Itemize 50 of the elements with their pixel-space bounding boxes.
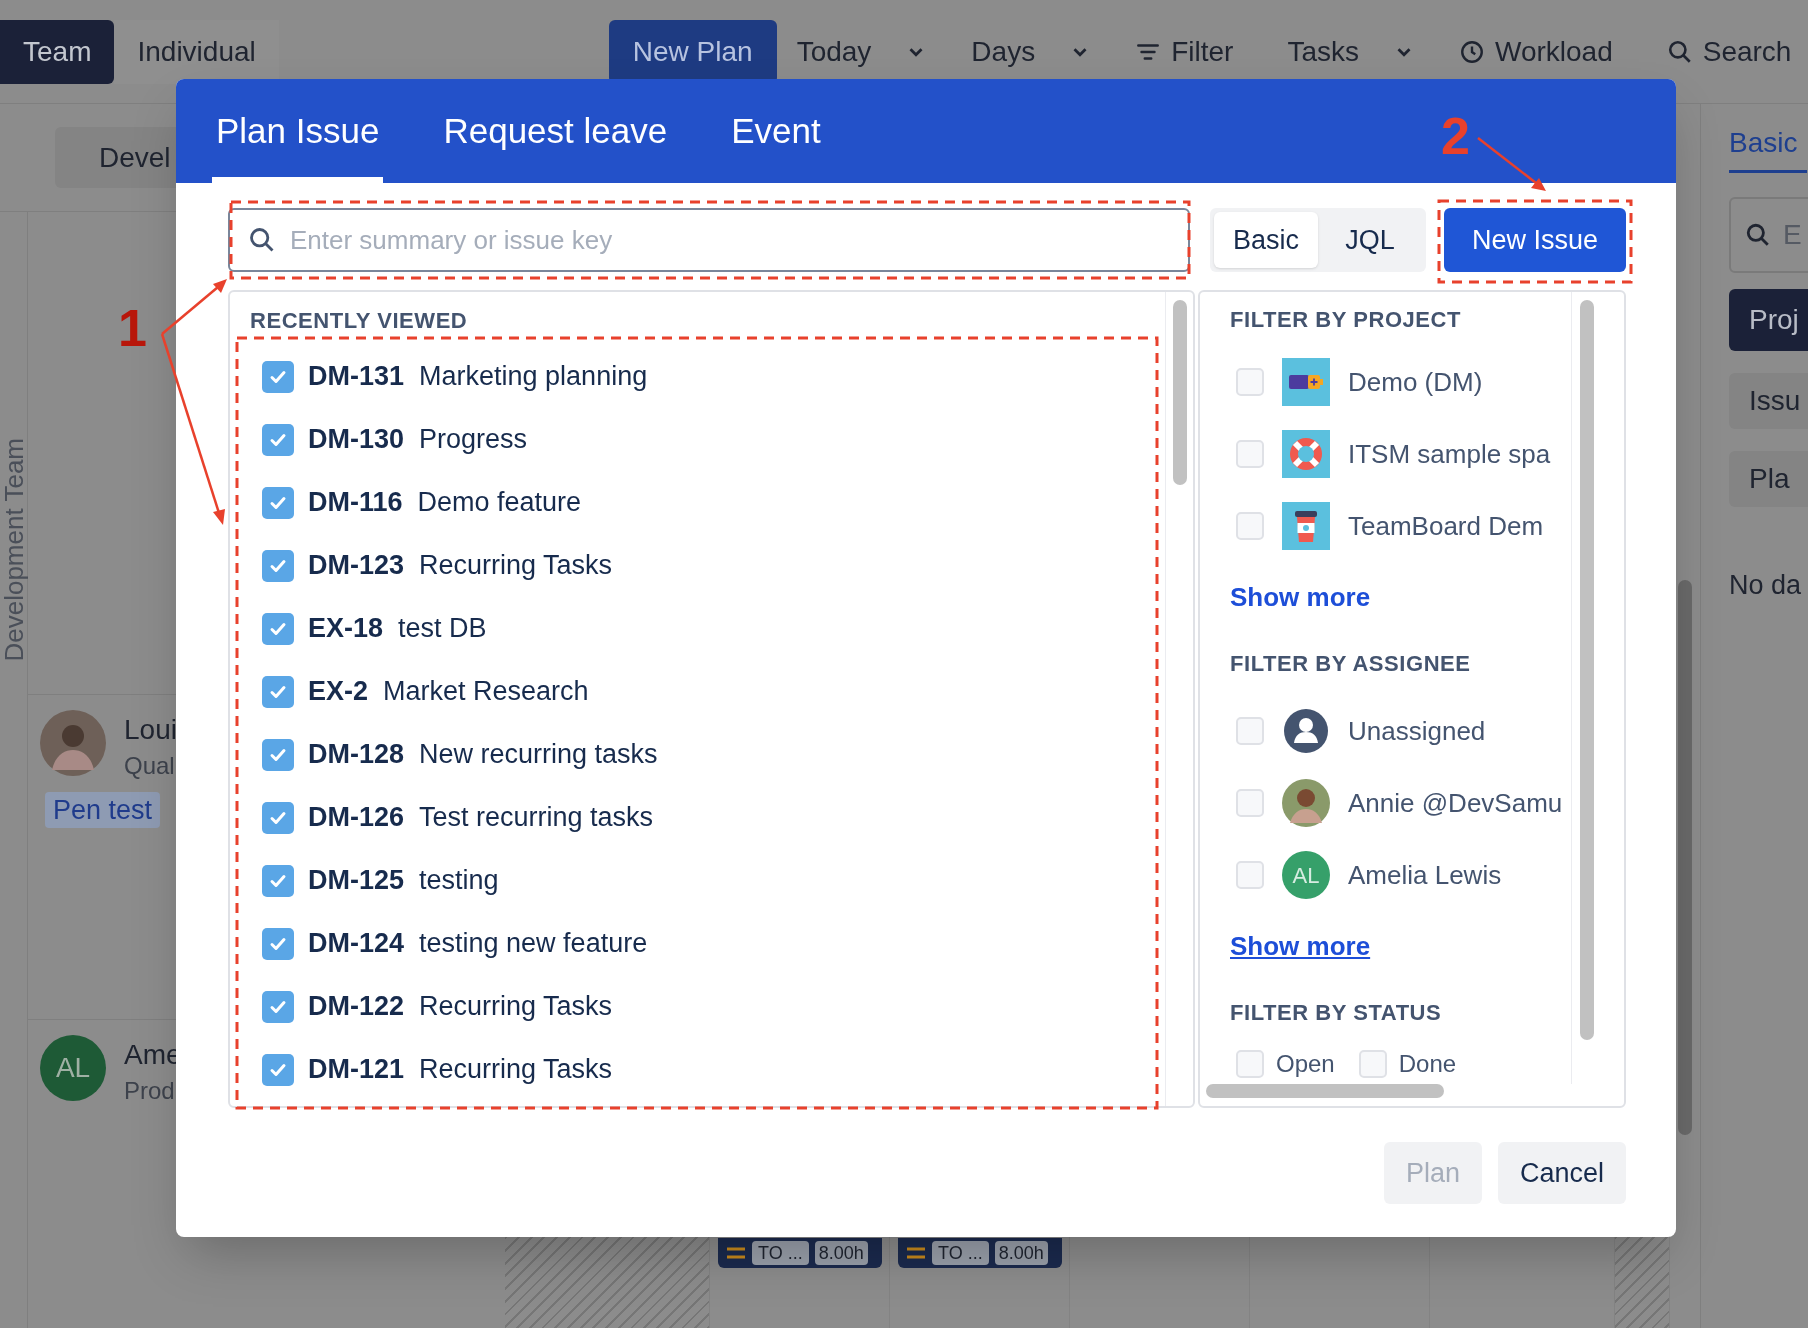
avatar: AL [1282, 851, 1330, 899]
issue-summary: Demo feature [417, 486, 582, 520]
issue-key: EX-18 [308, 608, 384, 649]
status-label: TO ... [752, 1241, 809, 1265]
hours-label: 8.00h [994, 1241, 1048, 1265]
issue-key: DM-125 [308, 860, 405, 901]
issue-key: DM-126 [308, 797, 405, 838]
hours-label: 8.00h [814, 1241, 868, 1265]
issue-summary: Recurring Tasks [419, 549, 613, 583]
issue-key: DM-131 [308, 356, 405, 397]
issue-key: DM-116 [308, 482, 403, 523]
issue-summary: testing new feature [419, 927, 648, 961]
issue-summary: Test recurring tasks [419, 801, 654, 835]
option-label: Annie @DevSamu [1348, 786, 1563, 820]
option-label: Open [1276, 1049, 1335, 1079]
section-heading: FILTER BY STATUS [1229, 999, 1443, 1027]
option-label: Demo (DM) [1348, 365, 1483, 399]
issue-summary: Progress [419, 423, 528, 457]
section-heading: FILTER BY PROJECT [1229, 305, 1462, 334]
step-number: 2 [1441, 108, 1470, 164]
option-label: Amelia Lewis [1348, 858, 1502, 892]
issue-key: DM-128 [308, 734, 405, 775]
issue-key: DM-130 [308, 419, 405, 460]
issue-summary: Market Research [383, 675, 589, 709]
option-label: Unassigned [1348, 714, 1486, 748]
issue-summary: test DB [398, 612, 487, 646]
tag: Pen test [45, 792, 161, 828]
issue-key: EX-2 [308, 671, 369, 712]
issue-key: DM-121 [308, 1049, 405, 1090]
issue-summary: Recurring Tasks [419, 1053, 613, 1087]
option-label: TeamBoard Dem [1348, 509, 1544, 543]
member-name: Loui [124, 713, 177, 747]
step-number: 1 [118, 300, 147, 356]
issue-summary: testing [419, 864, 499, 898]
issue-summary: New recurring tasks [419, 738, 658, 772]
section-heading: RECENTLY VIEWED [249, 307, 469, 335]
option-label: ITSM sample spa [1348, 437, 1551, 471]
member-role: Prod [124, 1076, 176, 1106]
issue-key: DM-124 [308, 923, 405, 964]
member-role: Qual [124, 751, 176, 781]
issue-summary: Marketing planning [419, 360, 648, 394]
avatar: AL [40, 1035, 106, 1101]
team-label: Development Team [0, 438, 28, 662]
empty-message: No da [1729, 569, 1802, 602]
status-label: TO ... [932, 1241, 989, 1265]
issue-key: DM-123 [308, 545, 405, 586]
issue-key: DM-122 [308, 986, 405, 1027]
section-heading: FILTER BY ASSIGNEE [1229, 650, 1472, 678]
issue-summary: Recurring Tasks [419, 990, 613, 1024]
option-label: Done [1398, 1049, 1457, 1079]
